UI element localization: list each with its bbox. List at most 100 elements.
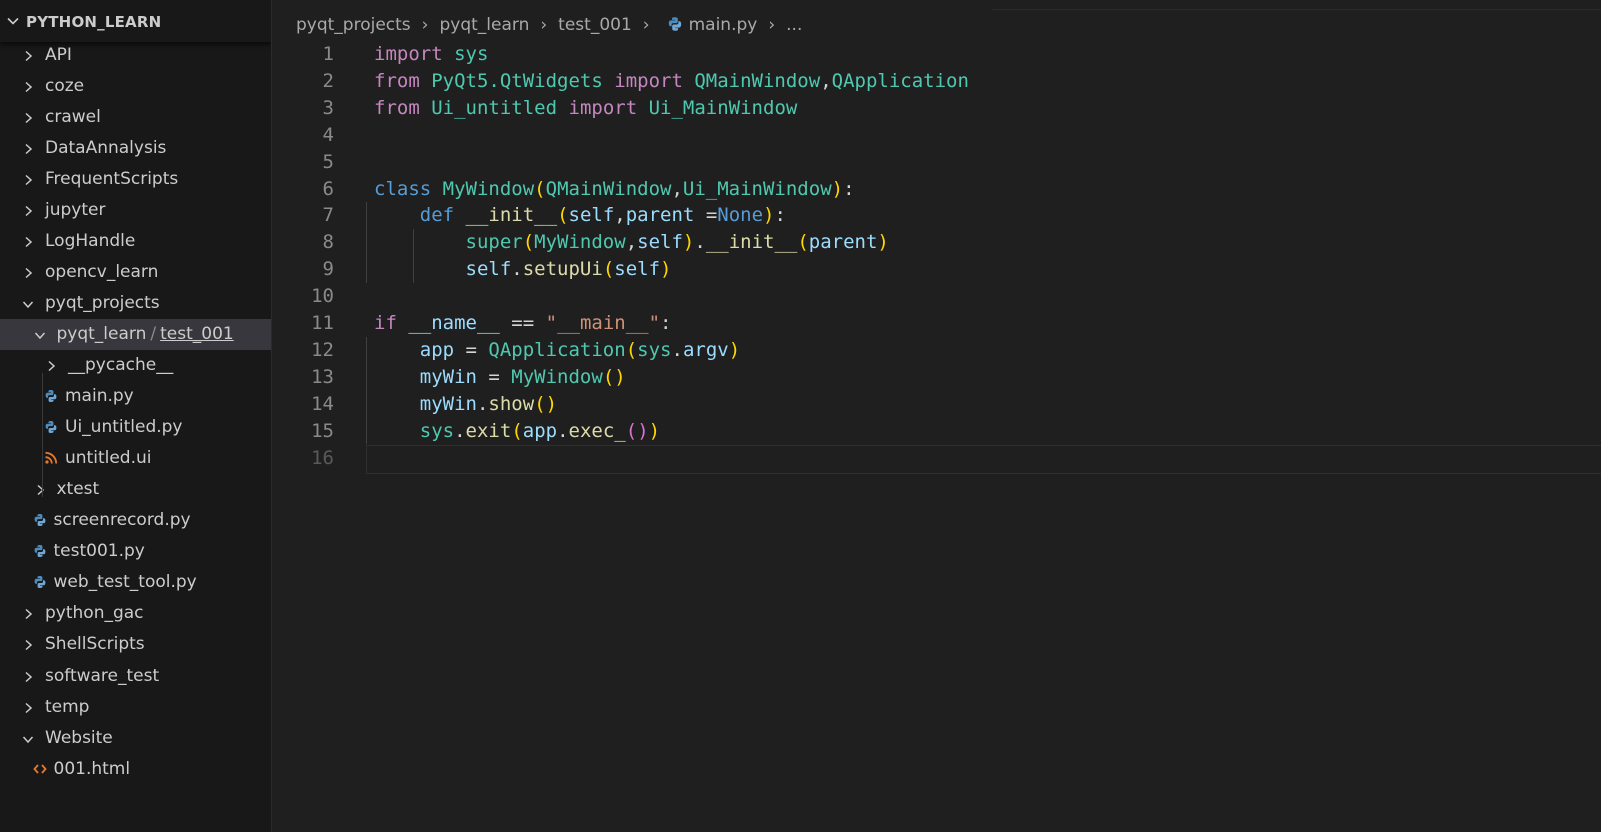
chevron-right-icon[interactable] (22, 608, 34, 620)
chevron-right-icon[interactable] (22, 236, 34, 248)
chevron-right-icon[interactable] (22, 50, 34, 62)
code-token: ) (682, 231, 695, 254)
line-number: 5 (322, 150, 334, 173)
tree-file-main-py[interactable]: main.py (0, 381, 271, 412)
code-line[interactable]: 1 import sys (272, 41, 1601, 68)
code-token: exit (465, 419, 512, 442)
code-token: . (694, 231, 706, 254)
code-line[interactable]: 7 def __init__(self,parent =None): (272, 202, 1601, 229)
code-line[interactable]: 16 (272, 445, 1601, 472)
chevron-right-icon[interactable] (22, 81, 34, 93)
code-line[interactable]: 12 app = QApplication(sys.argv) (272, 337, 1601, 364)
code-token: QMainWindow (545, 177, 672, 200)
breadcrumb-item[interactable]: pyqt_learn (439, 13, 529, 37)
tree-folder-python-gac[interactable]: python_gac (0, 598, 271, 629)
code-token: ) (877, 231, 889, 254)
line-number: 16 (311, 446, 334, 469)
code-token: . (671, 338, 683, 361)
python-file-icon (45, 421, 57, 434)
code-line[interactable]: 14 myWin.show() (272, 391, 1601, 418)
line-number: 13 (311, 365, 334, 388)
chevron-right-icon[interactable] (22, 205, 34, 217)
code-token: if (374, 312, 397, 334)
tree-folder-dataannalysis[interactable]: DataAnnalysis (0, 133, 271, 164)
code-line[interactable]: 10 (272, 283, 1601, 310)
tree-folder-pycache[interactable]: __pycache__ (0, 350, 271, 381)
tree-folder-pyqt-learn[interactable]: pyqt_learn / test_001 (0, 318, 271, 350)
tree-file-untitled-ui[interactable]: untitled.ui (0, 443, 271, 474)
code-line[interactable]: 8 super(MyWindow,self).__init__(parent) (272, 229, 1601, 256)
tree-item-label: FrequentScripts (45, 168, 179, 189)
breadcrumb-file[interactable]: main.py (689, 13, 758, 37)
tree-folder-frequentscripts[interactable]: FrequentScripts (0, 164, 271, 195)
code-line[interactable]: 5 (272, 149, 1601, 176)
chevron-down-icon[interactable] (6, 14, 20, 28)
code-line[interactable]: 3 from Ui_untitled import Ui_MainWindow (272, 95, 1601, 122)
code-token: import (568, 96, 638, 119)
chevron-right-icon[interactable] (22, 639, 34, 651)
tree-item-label: API (45, 44, 72, 65)
code-line[interactable]: 2 from PyQt5.QtWidgets import QMainWindow… (272, 68, 1601, 95)
python-file-icon (34, 514, 45, 527)
chevron-down-icon[interactable] (22, 733, 34, 745)
code-token: __name__ (408, 312, 500, 334)
chevron-down-icon[interactable] (34, 329, 46, 341)
chevron-right-icon[interactable] (22, 174, 34, 186)
explorer-header[interactable]: PYTHON_LEARN (0, 0, 271, 42)
breadcrumb-more[interactable]: ... (786, 13, 802, 37)
tree-folder-xtest[interactable]: xtest (0, 474, 271, 505)
tree-folder-jupyter[interactable]: jupyter (0, 195, 271, 226)
chevron-right-icon[interactable] (22, 671, 34, 683)
tree-folder-loghandle[interactable]: LogHandle (0, 226, 271, 257)
tree-file-ui-untitled-py[interactable]: Ui_untitled.py (0, 412, 271, 443)
rss-file-icon (45, 452, 58, 464)
tree-file-test001-py[interactable]: test001.py (0, 536, 271, 567)
breadcrumb-item[interactable]: pyqt_projects (296, 13, 411, 37)
code-line[interactable]: 9 self.setupUi(self) (272, 256, 1601, 283)
line-number: 6 (322, 177, 334, 200)
tree-folder-coze[interactable]: coze (0, 71, 271, 102)
chevron-right-icon[interactable] (22, 112, 34, 124)
code-token: , (820, 69, 832, 92)
code-token: sys (419, 419, 455, 442)
chevron-right-icon[interactable] (22, 267, 34, 279)
tree-item-label: main.py (65, 386, 134, 407)
chevron-right-icon[interactable] (22, 702, 34, 714)
tree-folder-shellscripts[interactable]: ShellScripts (0, 629, 271, 660)
tree-folder-website[interactable]: Website (0, 723, 271, 754)
line-number: 7 (322, 204, 334, 227)
tree-folder-opencv-learn[interactable]: opencv_learn (0, 257, 271, 288)
code-token: self (568, 204, 615, 227)
tree-file-web-test-tool-py[interactable]: web_test_tool.py (0, 567, 271, 598)
chevron-down-icon[interactable] (22, 298, 34, 310)
code-line[interactable]: 13 myWin = MyWindow() (272, 364, 1601, 391)
breadcrumb-item[interactable]: test_001 (558, 13, 632, 37)
tree-folder-software-test[interactable]: software_test (0, 661, 271, 692)
line-number: 10 (311, 285, 334, 308)
code-token: , (614, 204, 626, 227)
code-token: ( (534, 177, 546, 200)
chevron-right-icon[interactable] (45, 360, 57, 372)
tree-folder-pyqt-projects[interactable]: pyqt_projects (0, 288, 271, 319)
tree-folder-temp[interactable]: temp (0, 692, 271, 723)
tree-item-label: web_test_tool.py (53, 572, 197, 593)
code-line[interactable]: 15 sys.exit(app.exec_()) (272, 418, 1601, 445)
chevron-right-icon[interactable] (22, 143, 34, 155)
tree-item-label: jupyter (45, 199, 106, 220)
code-line[interactable]: 11 if __name__ == "__main__": (272, 310, 1601, 337)
tree-folder-api[interactable]: API (0, 40, 271, 71)
code-token: parent (808, 231, 878, 254)
chevron-right-icon[interactable] (34, 484, 46, 496)
code-token: , (671, 177, 683, 200)
code-token: Ui_MainWindow (682, 177, 832, 200)
tree-folder-crawel[interactable]: crawel (0, 102, 271, 133)
tree-file-screenrecord-py[interactable]: screenrecord.py (0, 505, 271, 536)
code-line[interactable]: 6 class MyWindow(QMainWindow,Ui_MainWindo… (272, 176, 1601, 203)
code-token: super (465, 231, 523, 254)
code-line[interactable]: 4 (272, 122, 1601, 149)
html-file-icon (32, 764, 47, 774)
tree-file-001-html[interactable]: 001.html (0, 754, 271, 785)
